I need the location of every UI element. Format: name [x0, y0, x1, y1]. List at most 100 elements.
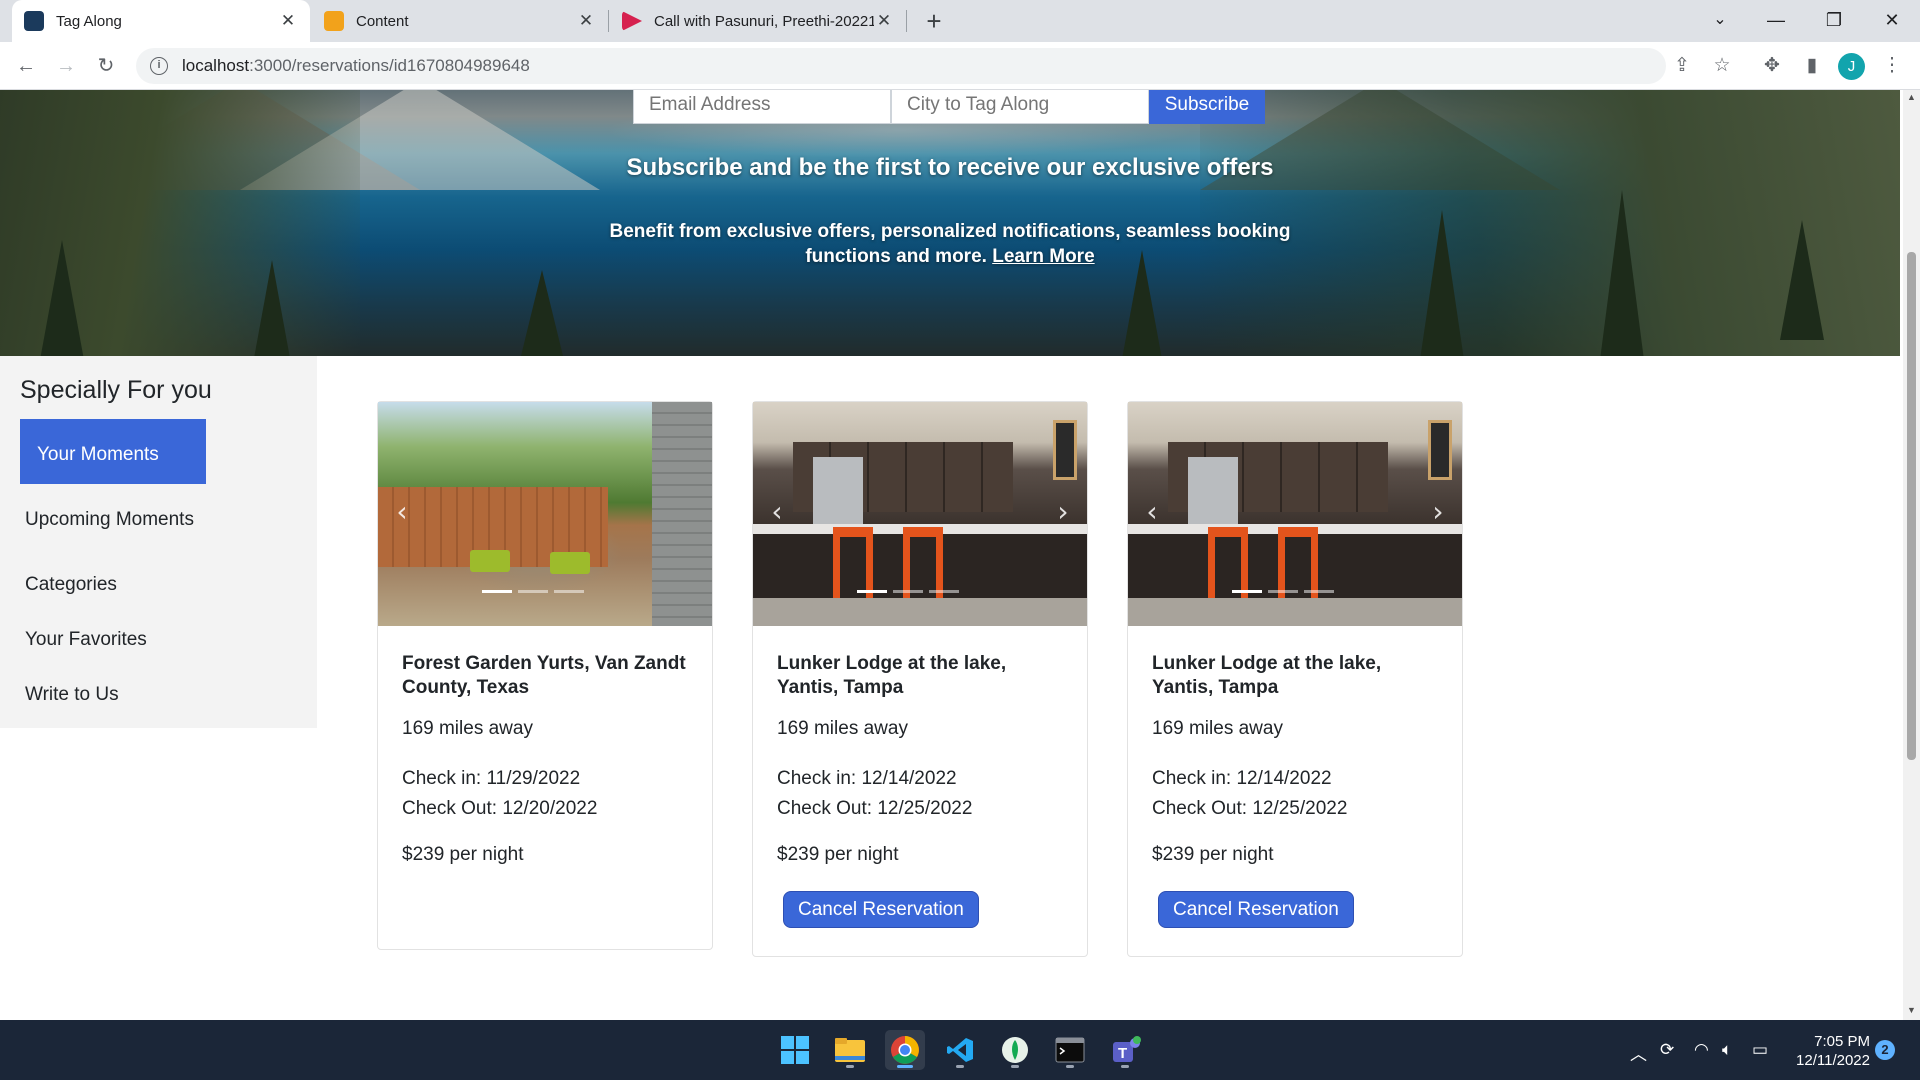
extensions-icon[interactable]: ✥: [1756, 50, 1788, 82]
mongodb-compass-icon[interactable]: [995, 1030, 1035, 1070]
reservation-card: ‹ Forest Garden Yurts, Van Zandt County,…: [377, 401, 713, 950]
subscribe-title: Subscribe and be the first to receive ou…: [626, 154, 1274, 181]
windows-taskbar: T ︿ ⟳ ◠ 🔈︎ ▭ 7:05 PM 12/11/2022 2: [0, 1020, 1920, 1080]
running-indicator: [956, 1065, 964, 1068]
site-info-icon[interactable]: i: [150, 57, 168, 75]
browser-tab-bar: Tag Along ✕ Content ✕ Call with Pasunuri…: [0, 0, 1920, 42]
battery-icon[interactable]: ▭: [1752, 1040, 1768, 1060]
floor-shape: [1128, 598, 1462, 626]
carousel-indicator[interactable]: [482, 590, 512, 593]
menu-kebab-icon[interactable]: ⋮: [1876, 50, 1908, 82]
close-tab-icon[interactable]: ✕: [576, 11, 596, 31]
pine-tree-shape: [40, 240, 84, 356]
cancel-reservation-button[interactable]: Cancel Reservation: [1158, 891, 1354, 928]
pine-tree-shape: [1420, 210, 1464, 356]
tab-content[interactable]: Content ✕: [312, 0, 608, 42]
card-check-out: Check Out: 12/25/2022: [1152, 798, 1348, 819]
sidebar-item-write-to-us[interactable]: Write to Us: [25, 684, 119, 706]
sidebar-item-your-moments[interactable]: Your Moments: [20, 419, 206, 484]
subscribe-hero-banner: Subscribe Subscribe and be the first to …: [0, 90, 1900, 356]
card-title: Forest Garden Yurts, Van Zandt County, T…: [402, 653, 686, 698]
carousel-indicator[interactable]: [554, 590, 584, 593]
carousel-next-icon[interactable]: ›: [1426, 497, 1450, 527]
card-check-out: Check Out: 12/25/2022: [777, 798, 973, 819]
subscribe-description: Benefit from exclusive offers, personali…: [609, 221, 1291, 267]
carousel-prev-icon[interactable]: ‹: [1140, 497, 1164, 527]
carousel-indicator[interactable]: [1304, 590, 1334, 593]
system-clock[interactable]: 7:05 PM 12/11/2022: [1790, 1032, 1870, 1070]
volume-icon[interactable]: 🔈︎: [1722, 1040, 1732, 1060]
sidebar-heading: Specially For you: [20, 376, 212, 404]
sync-icon[interactable]: ⟳: [1660, 1040, 1674, 1060]
minimize-icon[interactable]: —: [1748, 0, 1804, 42]
scroll-up-icon[interactable]: ▲: [1903, 92, 1920, 102]
url-path: :3000/reservations/id1670804989648: [249, 56, 530, 75]
bookmark-star-icon[interactable]: ☆: [1706, 50, 1738, 82]
tab-call[interactable]: Call with Pasunuri, Preethi-20221 ✕: [610, 0, 906, 42]
side-panel-icon[interactable]: ▮: [1796, 50, 1828, 82]
show-hidden-icons-icon[interactable]: ︿: [1630, 1040, 1647, 1065]
file-explorer-icon[interactable]: [830, 1030, 870, 1070]
carousel-prev-icon[interactable]: ‹: [765, 497, 789, 527]
carousel-next-icon[interactable]: ›: [1051, 497, 1075, 527]
notification-badge[interactable]: 2: [1875, 1040, 1895, 1060]
close-tab-icon[interactable]: ✕: [278, 11, 298, 31]
carousel-indicators: [1232, 590, 1334, 593]
chair-shape: [470, 550, 510, 572]
city-field[interactable]: [891, 90, 1149, 124]
forward-icon[interactable]: →: [50, 50, 82, 82]
reservation-card: ‹ › Lunker Lodge at the lake, Yantis, Ta…: [1127, 401, 1463, 957]
page-scrollbar[interactable]: ▲ ▼: [1903, 90, 1920, 1020]
reload-icon[interactable]: ↻: [90, 50, 122, 82]
close-tab-icon[interactable]: ✕: [874, 11, 894, 31]
scrollbar-thumb[interactable]: [1907, 252, 1916, 760]
floor-shape: [753, 598, 1087, 626]
profile-avatar[interactable]: J: [1838, 53, 1865, 80]
back-icon[interactable]: ←: [10, 50, 42, 82]
cancel-reservation-button[interactable]: Cancel Reservation: [783, 891, 979, 928]
house-siding-shape: [652, 402, 712, 626]
scroll-down-icon[interactable]: ▼: [1903, 1005, 1920, 1015]
reservation-card: ‹ › Lunker Lodge at the lake, Yantis, Ta…: [752, 401, 1088, 957]
pine-tree-shape: [250, 260, 294, 356]
teams-icon[interactable]: T: [1105, 1030, 1145, 1070]
chrome-icon[interactable]: [885, 1030, 925, 1070]
sidebar-item-categories[interactable]: Categories: [25, 574, 117, 596]
address-bar[interactable]: i localhost:3000/reservations/id16708049…: [136, 48, 1666, 84]
card-check-in: Check in: 12/14/2022: [777, 768, 957, 789]
tab-search-icon[interactable]: ⌄: [1692, 0, 1748, 42]
close-window-icon[interactable]: ✕: [1864, 0, 1920, 42]
restore-icon[interactable]: ❐: [1806, 0, 1862, 42]
terminal-icon[interactable]: [1050, 1030, 1090, 1070]
learn-more-link[interactable]: Learn More: [992, 246, 1094, 267]
running-indicator: [1011, 1065, 1019, 1068]
carousel-indicator[interactable]: [857, 590, 887, 593]
carousel-indicator[interactable]: [893, 590, 923, 593]
card-distance: 169 miles away: [402, 718, 533, 739]
new-tab-button[interactable]: +: [918, 5, 950, 37]
sidebar-item-your-favorites[interactable]: Your Favorites: [25, 629, 147, 651]
wifi-icon[interactable]: ◠: [1694, 1040, 1709, 1060]
browser-toolbar: ← → ↻ i localhost:3000/reservations/id16…: [0, 42, 1920, 90]
share-icon[interactable]: ⇪: [1666, 50, 1698, 82]
pine-tree-shape: [1780, 220, 1824, 340]
garden-photo: ‹: [378, 402, 712, 626]
card-price: $239 per night: [402, 844, 524, 865]
subscribe-button[interactable]: Subscribe: [1149, 90, 1265, 124]
carousel-indicator[interactable]: [1268, 590, 1298, 593]
start-icon[interactable]: [775, 1030, 815, 1070]
carousel-indicator[interactable]: [929, 590, 959, 593]
wall-art-shape: [1053, 420, 1077, 480]
vscode-icon[interactable]: [940, 1030, 980, 1070]
carousel-indicators: [482, 590, 584, 593]
carousel-prev-icon[interactable]: ‹: [390, 497, 414, 527]
email-field[interactable]: [633, 90, 891, 124]
carousel-indicator[interactable]: [518, 590, 548, 593]
clock-time: 7:05 PM: [1814, 1033, 1870, 1050]
tab-tag-along[interactable]: Tag Along ✕: [12, 0, 310, 42]
sidebar-item-upcoming-moments[interactable]: Upcoming Moments: [25, 509, 194, 531]
running-indicator: [897, 1065, 913, 1068]
tab-title: Tag Along: [56, 12, 122, 30]
pencil-favicon-icon: [324, 11, 344, 31]
carousel-indicator[interactable]: [1232, 590, 1262, 593]
